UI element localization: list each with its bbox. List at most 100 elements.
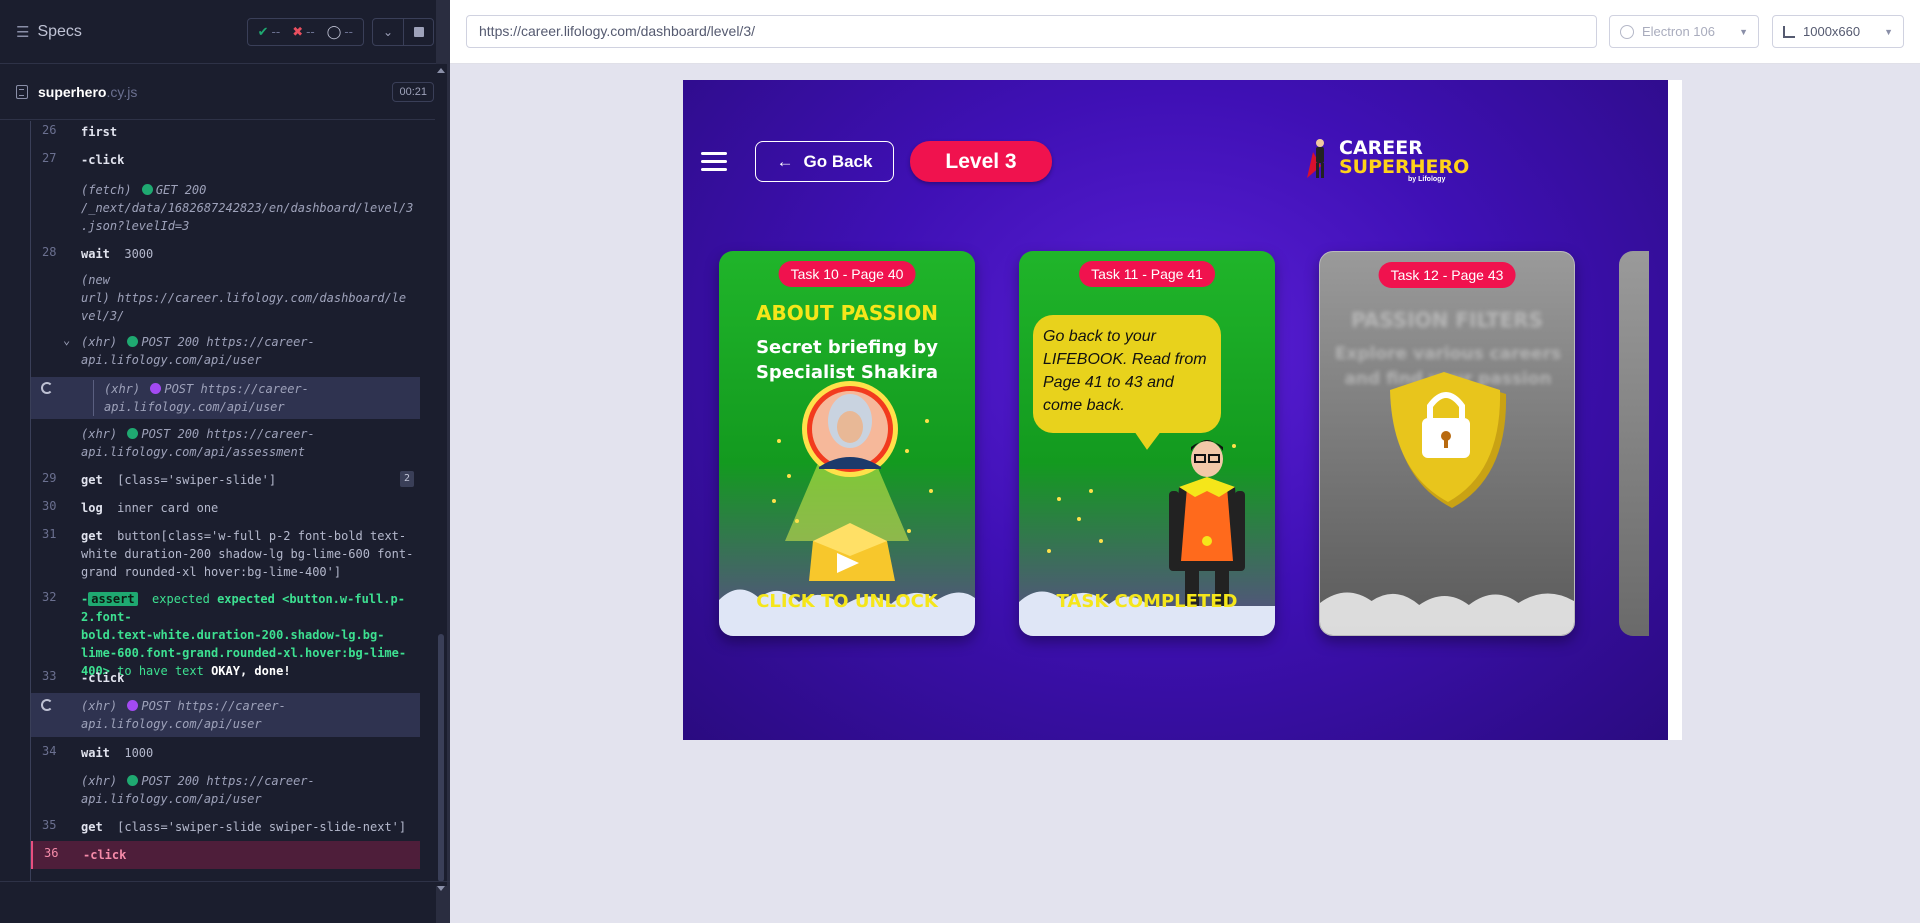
expand-collapse-icon[interactable]: ⌄: [373, 19, 403, 45]
request-url-cont: api.lifology.com/api/assessment: [81, 445, 305, 459]
element-count-badge: 2: [400, 471, 414, 487]
success-dot-icon: [141, 184, 153, 195]
arrow-left-icon: ←: [776, 151, 794, 171]
reporter-footer: [0, 881, 450, 923]
career-superhero-logo: CAREER SUPERHERO by Lifology: [1305, 136, 1469, 186]
specs-menu-icon: ☰: [16, 23, 30, 41]
specs-link[interactable]: ☰ Specs: [16, 23, 82, 41]
aut-header: https://career.lifology.com/dashboard/le…: [450, 0, 1920, 64]
command-row[interactable]: 29 get [class='swiper-slide'] 2: [31, 471, 420, 489]
command-row[interactable]: 31 get button[class='w-full p-2 font-bol…: [31, 527, 420, 581]
aut-url-bar[interactable]: https://career.lifology.com/dashboard/le…: [466, 15, 1597, 48]
mystery-box-illustration: [772, 381, 933, 581]
new-url: https://career.lifology.com/dashboard/le: [117, 291, 407, 305]
stop-button[interactable]: [403, 18, 433, 45]
go-back-label: Go Back: [803, 151, 873, 171]
request-method: GET 200: [155, 183, 207, 197]
task-card-11[interactable]: Task 11 - Page 41 Go back to your LIFEBO…: [1019, 251, 1275, 636]
xhr-pending-row[interactable]: (xhr) POST https://career-api.lifology.c…: [31, 693, 420, 737]
log-kind: (fetch): [81, 183, 132, 197]
passed-stat: ✔ --: [257, 23, 281, 39]
chevron-down-icon: ▼: [1884, 26, 1893, 37]
task-card-next-partial[interactable]: [1619, 251, 1649, 636]
viewport-size[interactable]: 1000x660 ▼: [1772, 15, 1904, 48]
command-row-active[interactable]: 36 -click: [31, 841, 420, 869]
success-dot-icon: [127, 775, 139, 786]
command-row[interactable]: 35 get [class='swiper-slide swiper-slide…: [31, 818, 420, 836]
browser-selector[interactable]: Electron 106 ▼: [1609, 15, 1759, 48]
request-method: POST: [164, 382, 194, 396]
loading-spinner-icon: [41, 699, 53, 711]
clouds-decoration: [1320, 592, 1574, 635]
request-url: /_next/data/1682687242823/en/dashboard/l…: [81, 201, 414, 215]
specs-label: Specs: [37, 22, 82, 40]
viewport-label: 1000x660: [1803, 24, 1861, 39]
spec-duration: 00:21: [392, 81, 434, 102]
xhr-log-row[interactable]: ⌄ (xhr) POST 200 https://career-api.lifo…: [31, 333, 420, 371]
command-message: 1000: [124, 746, 154, 760]
run-controls: ⌄: [372, 17, 434, 46]
command-number: 30: [42, 499, 57, 513]
fetch-log-row[interactable]: (fetch) GET 200 /_next/data/1682687242823…: [31, 181, 420, 237]
browser-label: Electron 106: [1642, 24, 1715, 39]
command-row[interactable]: 34 wait 1000: [31, 744, 420, 762]
command-row[interactable]: 33 -click: [31, 669, 420, 687]
command-number: 29: [42, 471, 57, 485]
spec-file-name: superhero: [38, 83, 107, 100]
command-message-cont: grand rounded-xl hover:bg-lime-400']: [81, 565, 342, 579]
command-name: -click: [81, 671, 125, 685]
assert-row[interactable]: 32 - assert expected expected <button.w-f…: [31, 590, 420, 678]
task-card-12-locked[interactable]: Task 12 - Page 43 PASSION FILTERS Explor…: [1319, 251, 1575, 636]
command-list: 26 first 27 -click (fetch) GET 200 /_next…: [30, 121, 420, 881]
spec-file-ext: .cy.js: [106, 83, 138, 100]
request-method: POST: [141, 699, 171, 713]
task-card-10[interactable]: Task 10 - Page 40 ABOUT PASSION Secret b…: [719, 251, 975, 636]
scroll-up-icon[interactable]: [437, 68, 445, 73]
xhr-log-row[interactable]: (xhr) POST 200 https://career-api.lifolo…: [31, 772, 420, 810]
pending-stat: ◯ --: [326, 23, 353, 39]
command-name: get: [81, 820, 103, 834]
log-kind: (xhr): [81, 427, 118, 441]
new-url-row[interactable]: (new url) https://career.lifology.com/das…: [31, 271, 420, 327]
menu-icon[interactable]: [701, 152, 727, 172]
command-row[interactable]: 28 wait 3000: [31, 245, 420, 263]
request-url-cont: api.lifology.com/api/user: [81, 353, 262, 367]
chevron-down-icon[interactable]: ⌄: [63, 333, 70, 347]
command-number: 33: [42, 669, 57, 683]
document-icon: [16, 84, 28, 99]
command-message-cont: white duration-200 shadow-lg bg-lime-600…: [81, 547, 414, 561]
failed-stat: ✖ --: [292, 23, 315, 39]
chevron-down-icon: ▼: [1739, 26, 1748, 37]
command-number: 31: [42, 527, 57, 541]
xhr-pending-row[interactable]: (xhr) POST https://career-api.lifology.c…: [31, 377, 420, 419]
command-message: [class='swiper-slide swiper-slide-next']: [117, 820, 407, 834]
spec-file-row[interactable]: superhero .cy.js 00:21: [0, 64, 450, 120]
go-back-button[interactable]: ← Go Back: [755, 141, 894, 182]
card-cta-text: CLICK TO UNLOCK: [756, 591, 938, 612]
level-badge: Level 3: [910, 141, 1052, 182]
command-number: 36: [44, 846, 59, 860]
command-name: wait: [81, 247, 110, 261]
aut-iframe: ← Go Back Level 3 CAREER SUPERHERO by Li…: [683, 80, 1682, 740]
command-name: -click: [83, 848, 127, 862]
log-kind: (xhr): [104, 382, 141, 396]
request-url-cont: api.lifology.com/api/user: [104, 400, 285, 414]
logo-line-2: SUPERHERO: [1339, 156, 1470, 178]
command-log-panel: ☰ Specs ✔ -- ✖ -- ◯ -- ⌄ superhero .cy.js 00…: [0, 0, 450, 923]
scrollbar-thumb[interactable]: [438, 634, 444, 882]
superhero-figure-icon: [1307, 139, 1324, 178]
globe-icon: [1620, 24, 1634, 39]
command-name: get: [81, 529, 103, 543]
command-row[interactable]: 26 first: [31, 123, 420, 141]
command-name: -click: [81, 153, 125, 167]
command-number: 34: [42, 744, 57, 758]
command-row[interactable]: 30 log inner card one: [31, 499, 420, 517]
request-method: POST 200: [141, 335, 200, 349]
xhr-log-row[interactable]: (xhr) POST 200 https://career-api.lifolo…: [31, 425, 420, 463]
test-stats: ✔ -- ✖ -- ◯ --: [246, 17, 364, 46]
new-url-cont: vel/3/: [81, 309, 125, 323]
command-name: log: [81, 501, 103, 515]
success-dot-icon: [127, 336, 139, 347]
command-name: wait: [81, 746, 110, 760]
command-row[interactable]: 27 -click: [31, 151, 420, 169]
